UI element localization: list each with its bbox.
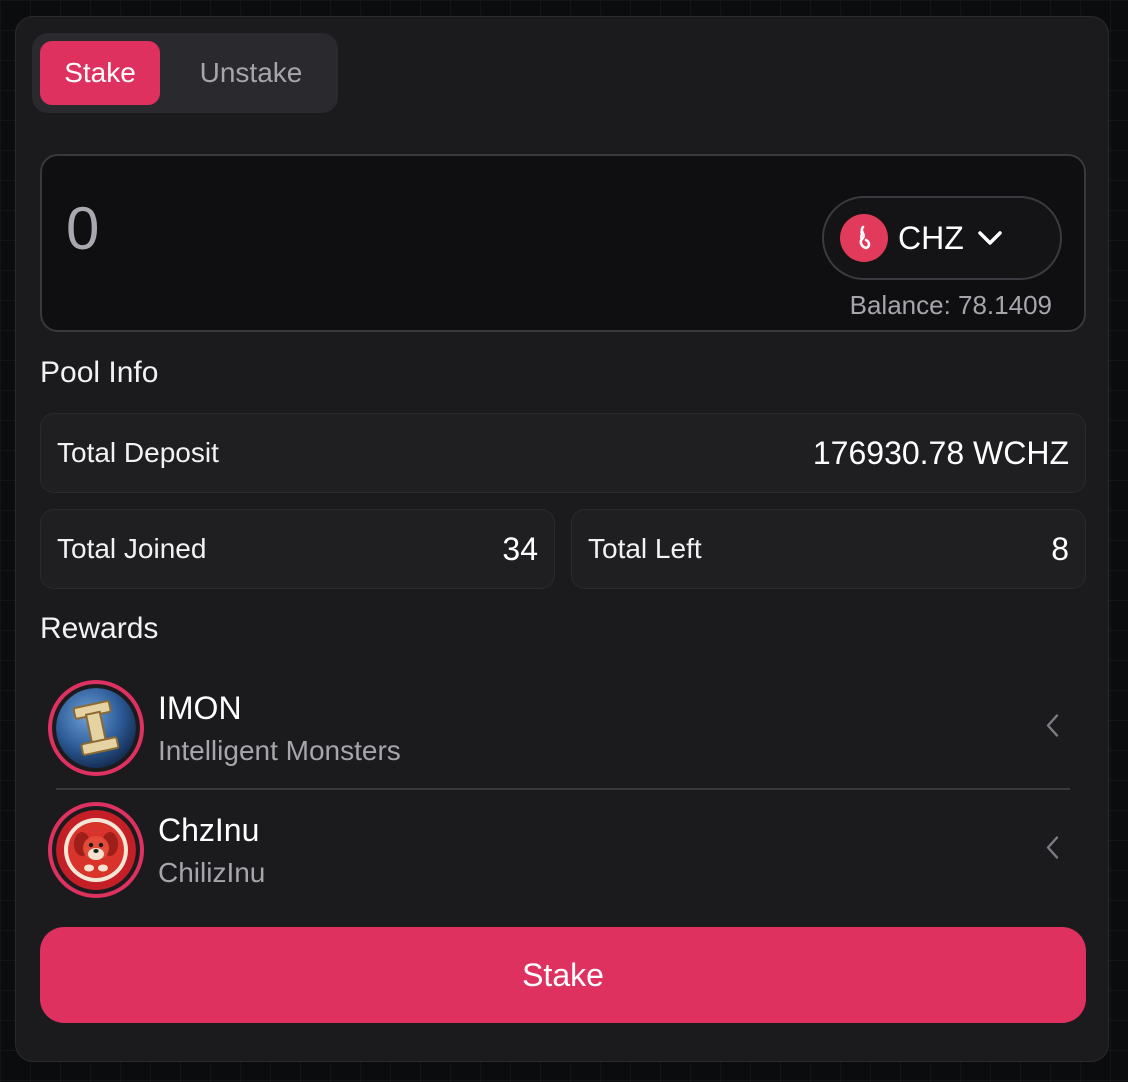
balance-text: Balance: 78.1409 xyxy=(849,290,1052,320)
total-deposit-box: Total Deposit 176930.78 WCHZ xyxy=(40,413,1086,493)
pool-info-title: Pool Info xyxy=(40,356,159,389)
reward-symbol: ChzInu xyxy=(158,811,260,848)
reward-name: ChilizInu xyxy=(158,856,266,888)
chevron-left-icon xyxy=(1044,835,1060,866)
token-label: CHZ xyxy=(898,219,964,256)
total-joined-box: Total Joined 34 xyxy=(40,509,555,589)
stake-button[interactable]: Stake xyxy=(40,927,1086,1023)
reward-avatar xyxy=(48,802,144,898)
reward-divider xyxy=(56,788,1070,790)
amount-panel: CHZ Balance: 78.1409 xyxy=(40,154,1086,332)
chzinu-dog-icon xyxy=(56,810,136,890)
chevron-left-icon xyxy=(1044,713,1060,744)
total-deposit-value: 176930.78 WCHZ xyxy=(812,434,1069,471)
tab-stake[interactable]: Stake xyxy=(40,41,160,105)
chiliz-flame-icon xyxy=(840,214,888,262)
amount-input[interactable] xyxy=(66,194,666,263)
total-left-box: Total Left 8 xyxy=(571,509,1086,589)
imon-logo-icon xyxy=(56,688,136,768)
stake-card: Stake Unstake CHZ Balance: 78.1409 Pool … xyxy=(15,16,1109,1062)
token-select[interactable]: CHZ xyxy=(822,196,1062,280)
chevron-down-icon xyxy=(976,228,1004,248)
reward-symbol: IMON xyxy=(158,689,242,726)
reward-name: Intelligent Monsters xyxy=(158,734,401,766)
total-deposit-label: Total Deposit xyxy=(57,437,219,468)
tab-unstake[interactable]: Unstake xyxy=(178,41,324,105)
total-joined-value: 34 xyxy=(502,530,538,567)
reward-item-imon[interactable]: IMON Intelligent Monsters xyxy=(48,669,1070,787)
rewards-title: Rewards xyxy=(40,612,159,645)
total-left-label: Total Left xyxy=(588,533,702,564)
reward-avatar xyxy=(48,680,144,776)
reward-item-chzinu[interactable]: ChzInu ChilizInu xyxy=(48,791,1070,909)
total-left-value: 8 xyxy=(1051,530,1069,567)
total-joined-label: Total Joined xyxy=(57,533,207,564)
stake-unstake-tabs: Stake Unstake xyxy=(32,33,338,113)
